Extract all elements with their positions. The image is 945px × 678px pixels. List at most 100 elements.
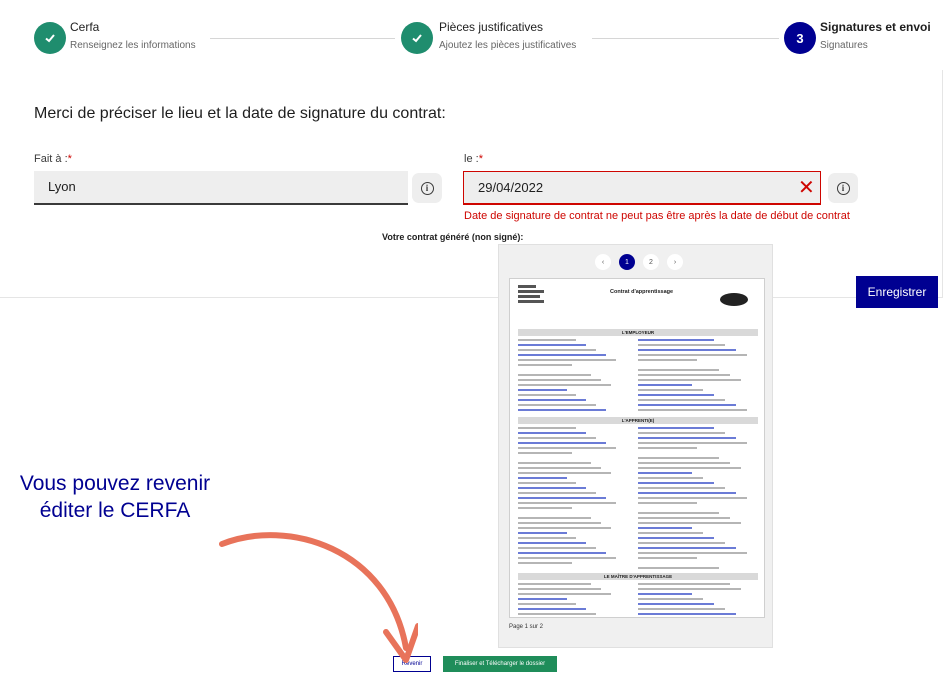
required-mark: *	[67, 153, 72, 165]
doc-text-line	[638, 477, 703, 479]
page-1-button[interactable]: 1	[619, 254, 635, 270]
doc-text-line	[638, 404, 736, 406]
doc-text-line	[518, 349, 596, 351]
doc-text-line	[638, 552, 747, 554]
doc-text-line	[638, 517, 730, 519]
step-subtitle: Ajoutez les pièces justificatives	[439, 40, 577, 51]
doc-text-line	[518, 507, 572, 509]
doc-text-line	[638, 409, 747, 411]
doc-text-line	[518, 399, 586, 401]
doc-text-line	[518, 502, 616, 504]
clear-icon[interactable]: ✕	[798, 178, 815, 198]
place-info-button[interactable]: i	[412, 173, 442, 203]
doc-text-line	[638, 482, 714, 484]
cerfa-logo	[720, 293, 748, 306]
prev-page-icon[interactable]: ‹	[595, 254, 611, 270]
date-info-button[interactable]: i	[828, 173, 858, 203]
date-input[interactable]: 29/04/2022	[463, 171, 821, 205]
info-icon: i	[836, 181, 850, 195]
doc-text-line	[638, 537, 714, 539]
doc-text-line	[518, 487, 586, 489]
doc-title: Contrat d'apprentissage	[610, 289, 674, 295]
next-page-icon[interactable]: ›	[667, 254, 683, 270]
doc-text-line	[518, 394, 576, 396]
place-input[interactable]: Lyon	[34, 171, 408, 205]
save-button[interactable]: Enregistrer	[856, 276, 938, 308]
doc-text-line	[638, 522, 741, 524]
doc-text-line	[638, 394, 714, 396]
doc-text-line	[638, 497, 747, 499]
doc-text-line	[518, 527, 611, 529]
doc-text-line	[638, 349, 736, 351]
doc-text-line	[638, 374, 730, 376]
doc-text-line	[518, 537, 576, 539]
annotation-arrow-icon	[219, 532, 418, 663]
doc-text-line	[518, 339, 576, 341]
doc-text-line	[518, 442, 606, 444]
doc-text-line	[518, 598, 567, 600]
finalize-download-button[interactable]: Finaliser et Télécharger le dossier	[443, 656, 557, 672]
check-icon	[401, 22, 433, 54]
doc-text-line	[638, 369, 719, 371]
doc-text-line	[518, 583, 591, 585]
check-icon	[34, 22, 66, 54]
doc-text-line	[518, 364, 572, 366]
place-label: Fait à :*	[34, 153, 72, 165]
doc-text-line	[518, 603, 576, 605]
doc-text-line	[638, 557, 697, 559]
contract-page-thumbnail: Contrat d'apprentissage L'EMPLOYEUR L'AP…	[509, 278, 765, 618]
doc-text-line	[518, 497, 606, 499]
doc-text-line	[518, 532, 567, 534]
doc-text-line	[638, 344, 725, 346]
doc-text-line	[638, 339, 714, 341]
doc-text-line	[518, 374, 591, 376]
step-connector	[210, 38, 395, 39]
doc-text-line	[638, 487, 725, 489]
doc-text-line	[638, 588, 741, 590]
doc-text-line	[518, 447, 616, 449]
doc-text-line	[518, 409, 606, 411]
doc-text-line	[518, 472, 611, 474]
doc-text-line	[638, 532, 703, 534]
step-title-pieces[interactable]: Pièces justificatives	[439, 20, 543, 34]
doc-text-line	[518, 588, 601, 590]
doc-text-line	[638, 547, 736, 549]
pdf-viewer: ‹ 1 2 › Contrat d'apprentissage L'EMPLOY…	[498, 244, 773, 648]
doc-text-line	[518, 427, 576, 429]
doc-text-line	[518, 477, 567, 479]
doc-text-line	[518, 608, 586, 610]
doc-text-line	[638, 359, 697, 361]
doc-text-line	[518, 517, 591, 519]
doc-section-apprentice: L'APPRENTI(E)	[518, 417, 758, 424]
doc-text-line	[638, 472, 692, 474]
doc-text-line	[638, 603, 714, 605]
doc-text-line	[518, 432, 586, 434]
doc-text-line	[638, 583, 730, 585]
doc-text-line	[638, 613, 736, 615]
annotation-text: Vous pouvez revenir éditer le CERFA	[19, 472, 211, 522]
doc-text-line	[638, 567, 719, 569]
doc-text-line	[518, 542, 586, 544]
doc-text-line	[518, 557, 616, 559]
doc-text-line	[518, 613, 596, 615]
doc-text-line	[518, 452, 572, 454]
step-title-cerfa[interactable]: Cerfa	[70, 20, 99, 34]
step-number: 3	[784, 22, 816, 54]
doc-text-line	[638, 447, 697, 449]
step-title-signatures[interactable]: Signatures et envoi	[820, 20, 931, 34]
step-subtitle: Renseignez les informations	[70, 40, 196, 51]
doc-text-line	[638, 467, 741, 469]
doc-text-line	[638, 354, 747, 356]
doc-text-line	[518, 552, 606, 554]
page-2-button[interactable]: 2	[643, 254, 659, 270]
step-connector	[592, 38, 779, 39]
doc-text-line	[638, 437, 736, 439]
doc-text-line	[518, 384, 611, 386]
doc-text-line	[518, 492, 596, 494]
doc-text-line	[638, 384, 692, 386]
doc-text-line	[638, 608, 725, 610]
form-question: Merci de préciser le lieu et la date de …	[34, 105, 446, 122]
doc-text-line	[638, 492, 736, 494]
required-mark: *	[478, 153, 483, 165]
page: Cerfa Renseignez les informations Pièces…	[0, 0, 945, 678]
